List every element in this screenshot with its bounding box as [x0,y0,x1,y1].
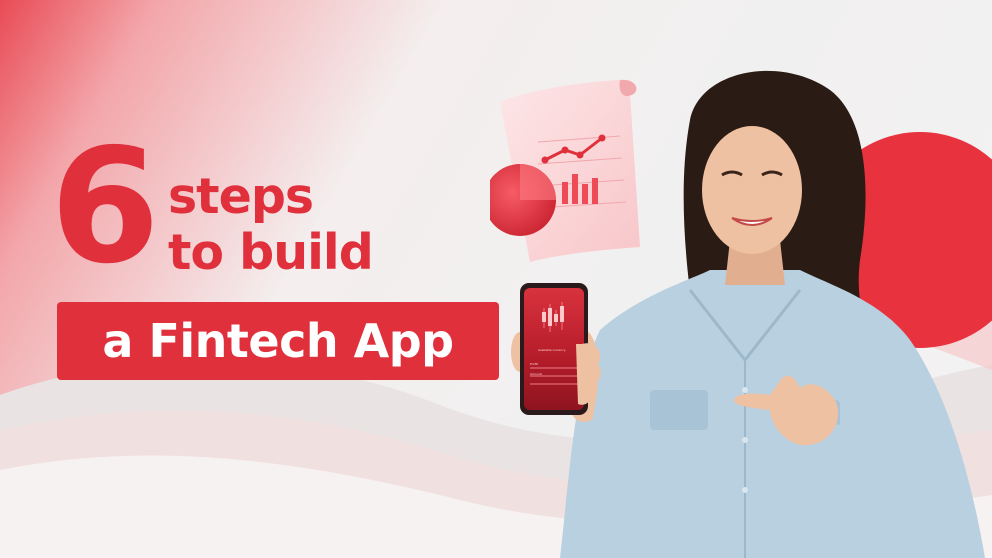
hand-fingers [576,343,601,405]
banner: 6 steps to build a Fintech App Available… [0,0,992,558]
